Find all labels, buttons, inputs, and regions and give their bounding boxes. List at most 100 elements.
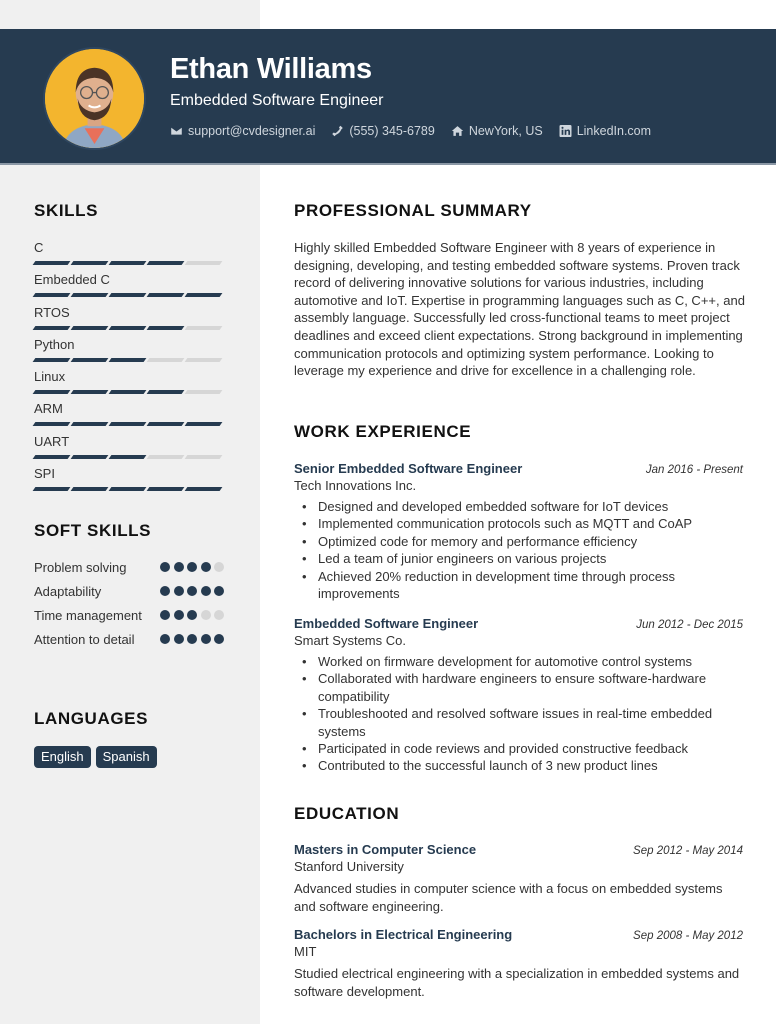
skill-level-bar [32, 357, 229, 362]
rating-dot-filled [200, 562, 211, 572]
education-description: Studied electrical engineering with a sp… [294, 966, 740, 999]
experience-entry: Embedded Software Engineer Jun 2012 - De… [294, 616, 743, 775]
rating-dot-filled [173, 562, 184, 572]
rating-dot-filled [214, 586, 224, 596]
skill-level-bar [32, 487, 229, 492]
skill-segment-empty [184, 325, 223, 330]
education-dates: Sep 2012 - May 2014 [633, 845, 743, 857]
skill-segment-filled [70, 487, 109, 492]
resume-header: Ethan Williams Embedded Software Enginee… [0, 29, 776, 165]
experience-entry: Senior Embedded Software Engineer Jan 20… [294, 461, 743, 602]
contact-location-text: NewYork, US [468, 124, 543, 138]
skill-segment-empty [184, 357, 223, 362]
soft-skill-item: Problem solving [34, 559, 229, 577]
skill-name: ARM [34, 401, 63, 417]
soft-skill-item: Attention to detail [34, 631, 229, 649]
skill-segment-filled [32, 325, 71, 330]
skill-name: Linux [34, 369, 66, 385]
job-dates: Jun 2012 - Dec 2015 [636, 619, 743, 631]
skill-segment-filled [108, 390, 147, 395]
contact-linkedin[interactable]: LinkedIn.com [559, 124, 651, 138]
contact-linkedin-text: LinkedIn.com [576, 124, 652, 138]
skill-segment-filled [32, 261, 71, 265]
skill-segment-filled [184, 293, 223, 298]
phone-icon [331, 125, 344, 137]
skill-segment-filled [32, 293, 71, 298]
skill-segment-filled [146, 261, 185, 265]
education-dates: Sep 2008 - May 2012 [633, 930, 743, 942]
contact-email[interactable]: support@cvdesigner.ai [170, 124, 315, 138]
skill-item: SPI [32, 466, 229, 498]
soft-skills-heading: SOFT SKILLS [34, 521, 152, 540]
skill-segment-filled [146, 293, 185, 298]
degree: Masters in Computer Science [294, 842, 477, 857]
soft-skill-name: Time management [34, 608, 142, 623]
skill-segment-empty [146, 357, 185, 362]
job-bullet: Worked on firmware development for autom… [294, 653, 743, 671]
job-bullet: Participated in code reviews and provide… [294, 740, 743, 758]
contact-list: support@cvdesigner.ai (555) 345-6789 New… [170, 124, 651, 138]
skill-level-bar [32, 422, 229, 427]
skill-segment-filled [108, 454, 147, 459]
rating-dot-filled [173, 586, 184, 596]
skill-segment-filled [70, 261, 109, 265]
skill-segment-filled [32, 357, 71, 362]
experience-heading: WORK EXPERIENCE [294, 422, 472, 441]
soft-skill-name: Attention to detail [34, 632, 135, 647]
contact-location: NewYork, US [451, 124, 543, 138]
skill-level-bar [32, 325, 229, 330]
skill-name: RTOS [34, 304, 70, 320]
job-bullet: Designed and developed embedded software… [294, 498, 743, 516]
languages-heading: LANGUAGES [34, 709, 149, 728]
skill-segment-filled [108, 487, 147, 492]
skill-segment-filled [70, 357, 109, 362]
skill-name: C [34, 240, 44, 255]
job-bullets: Designed and developed embedded software… [294, 498, 743, 602]
education-entry: Bachelors in Electrical Engineering Sep … [294, 927, 743, 1000]
job-bullet: Contributed to the successful launch of … [294, 757, 743, 775]
home-icon [451, 125, 464, 137]
skill-segment-empty [146, 454, 185, 459]
summary-text: Highly skilled Embedded Software Enginee… [294, 240, 745, 379]
soft-skill-rating [160, 607, 229, 625]
skill-segment-filled [32, 487, 71, 492]
rating-dot-filled [200, 586, 211, 596]
job-role: Senior Embedded Software Engineer [294, 461, 523, 476]
avatar-photo [45, 49, 144, 148]
summary-heading: PROFESSIONAL SUMMARY [294, 201, 532, 220]
skill-segment-filled [70, 454, 109, 459]
candidate-title: Embedded Software Engineer [170, 92, 384, 109]
envelope-icon [170, 125, 183, 137]
soft-skill-name: Problem solving [34, 560, 127, 575]
skill-level-bar [32, 261, 229, 265]
languages-list: English Spanish [34, 746, 157, 768]
skill-name: SPI [34, 466, 55, 482]
rating-dot-filled [214, 634, 224, 644]
skill-segment-filled [146, 422, 185, 427]
skill-item: C [32, 240, 229, 272]
skills-list: C Embedded C RTOS Python Linux ARM UART SPI [32, 240, 229, 498]
skill-item: RTOS [32, 304, 229, 337]
language-tag: Spanish [95, 746, 157, 768]
skill-segment-empty [184, 390, 223, 395]
education-description: Advanced studies in computer science wit… [294, 881, 723, 914]
skill-name: Python [34, 336, 75, 352]
job-bullet: Led a team of junior engineers on variou… [294, 550, 743, 568]
job-bullet: Implemented communication protocols such… [294, 515, 743, 533]
skill-item: Linux [32, 369, 229, 401]
school: Stanford University [294, 859, 404, 874]
rating-dot-filled [200, 634, 211, 644]
education-heading: EDUCATION [294, 804, 400, 823]
contact-email-text: support@cvdesigner.ai [188, 124, 316, 138]
rating-dot-filled [173, 634, 184, 644]
soft-skill-rating [160, 583, 229, 601]
skill-segment-filled [32, 422, 71, 427]
skill-level-bar [32, 293, 229, 298]
soft-skills-list: Problem solving Adaptability Time manageme… [34, 559, 229, 655]
skill-segment-filled [108, 293, 147, 298]
rating-dot-filled [187, 586, 197, 596]
contact-phone[interactable]: (555) 345-6789 [331, 124, 435, 138]
skill-segment-filled [70, 293, 109, 298]
rating-dot-empty [214, 562, 224, 572]
soft-skill-item: Time management [34, 607, 229, 625]
